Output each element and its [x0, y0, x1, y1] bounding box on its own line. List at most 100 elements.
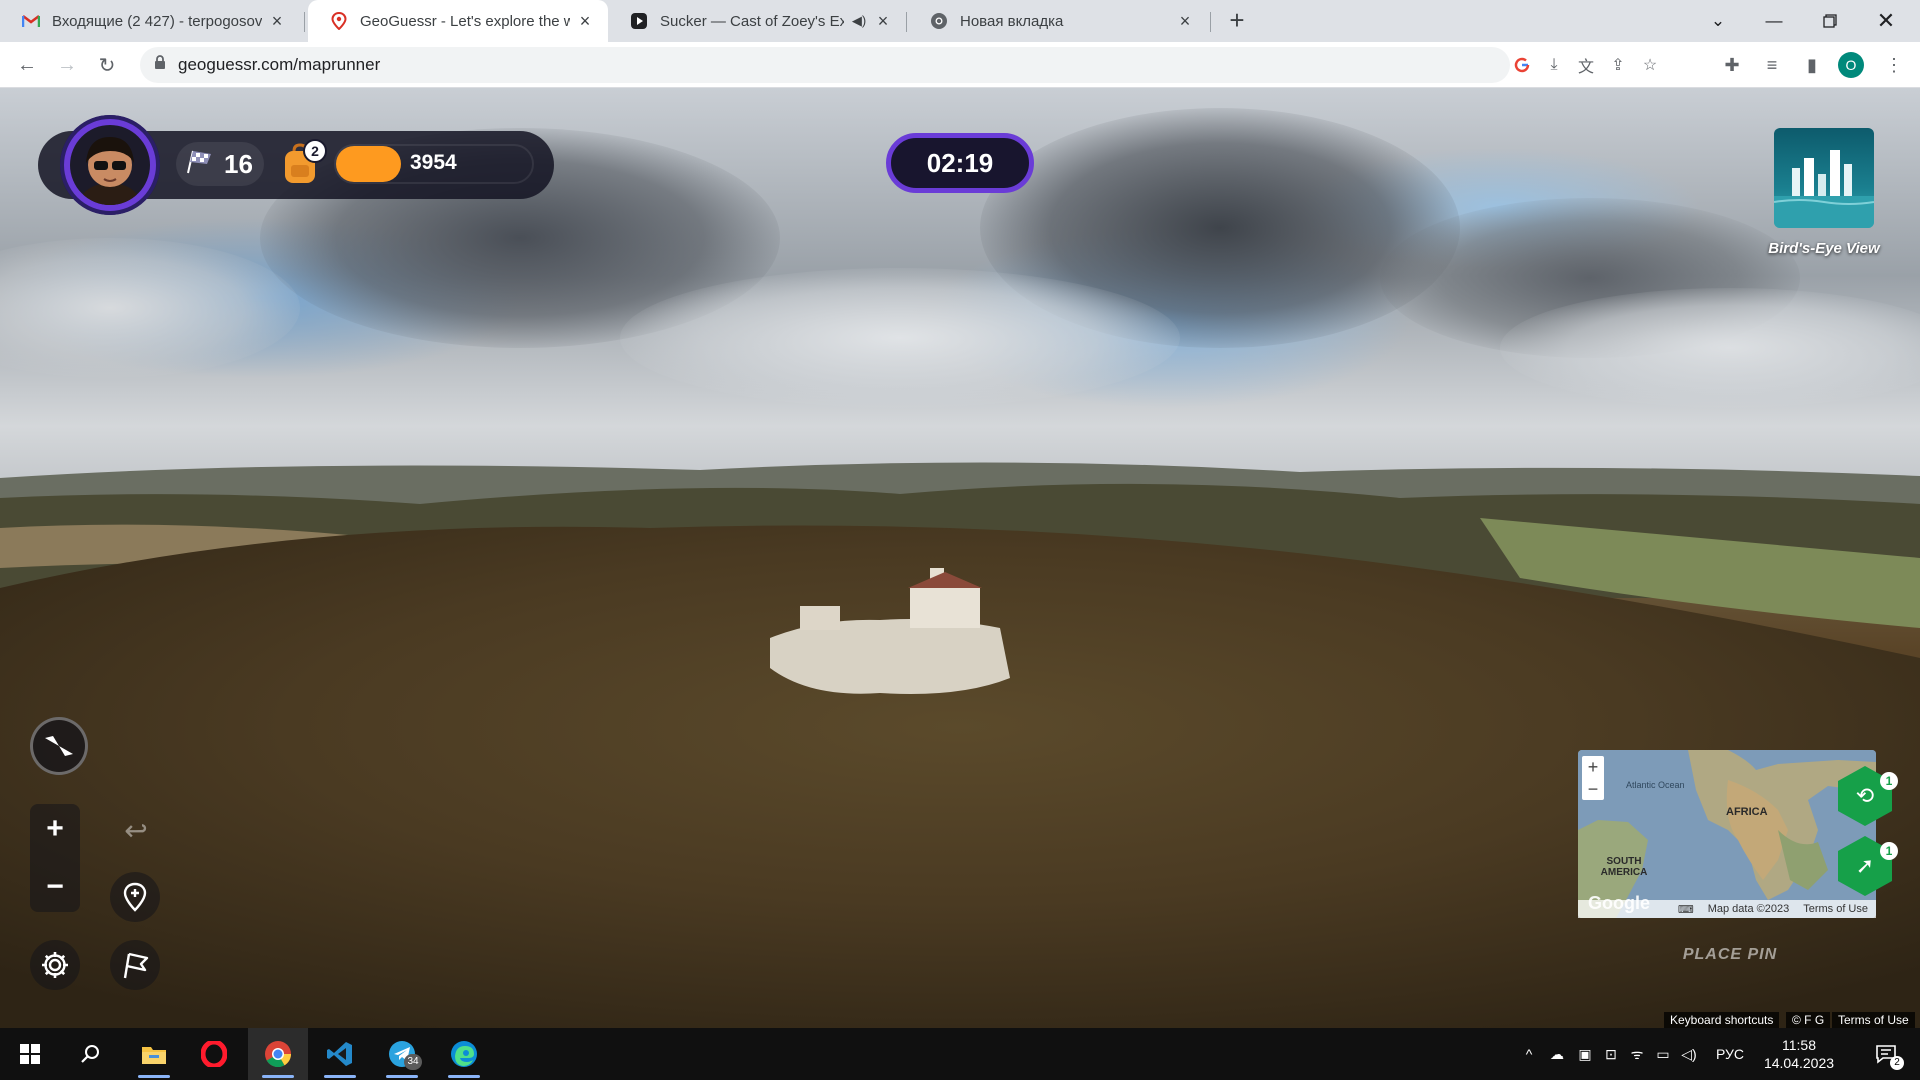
speaker-icon[interactable]: ◀) [850, 12, 868, 30]
chrome-icon[interactable] [248, 1028, 308, 1080]
translate-icon[interactable]: 文 [1574, 53, 1598, 77]
powerup-count-badge: 1 [1880, 772, 1898, 790]
route-icon: ⟲ [1855, 783, 1875, 808]
castle-on-cliff [770, 568, 1010, 694]
telegram-unread-badge: 34 [404, 1054, 422, 1070]
return-to-start-button[interactable] [110, 940, 160, 990]
checkered-flag-icon [184, 149, 214, 180]
backpack-count-badge: 2 [303, 139, 327, 163]
close-tab-icon[interactable]: × [268, 12, 286, 30]
battery-icon[interactable]: ▭ [1652, 1028, 1674, 1080]
tab-strip: Входящие (2 427) - terpogosova × GeoGues… [0, 0, 1920, 42]
keyboard-icon: ⌨ [1677, 903, 1694, 916]
tab-title: GeoGuessr - Let's explore the wo [360, 12, 570, 30]
windows-taskbar: 34 ^ ☁ ▣ ⊡ ᯤ ▭ ◁) РУС 11:58 14.04.2023 2 [0, 1028, 1920, 1080]
browser-toolbar: ← → ↻ geoguessr.com/maprunner ⤓ 文 ⇪ ☆ ✚ … [0, 42, 1920, 88]
round-number: 16 [224, 148, 253, 179]
minimize-button[interactable]: — [1746, 0, 1802, 42]
timer: 02:19 [886, 133, 1034, 193]
wifi-icon[interactable]: ᯤ [1626, 1028, 1648, 1080]
map-label-south-america: SOUTH AMERICA [1600, 856, 1648, 878]
zoom-out-button[interactable]: − [30, 862, 80, 912]
running-indicator [138, 1075, 170, 1078]
menu-kebab-icon[interactable]: ⋮ [1880, 51, 1908, 79]
vscode-icon[interactable] [310, 1028, 370, 1080]
minimap-zoom-controls[interactable]: + − [1582, 756, 1604, 800]
birds-eye-view-label: Bird's-Eye View [1768, 240, 1880, 257]
cloud [1500, 288, 1920, 408]
windows-start-icon[interactable] [0, 1028, 60, 1080]
google-g-icon[interactable] [1510, 53, 1534, 77]
player-avatar[interactable] [60, 115, 160, 215]
tab-divider [304, 12, 305, 32]
extensions-icon[interactable]: ✚ [1718, 51, 1746, 79]
tab-divider [906, 12, 907, 32]
search-icon[interactable] [60, 1028, 120, 1080]
place-pin-button[interactable]: PLACE PIN [1640, 946, 1820, 964]
profile-avatar[interactable]: O [1838, 52, 1864, 78]
forward-arrow-icon[interactable]: → [52, 50, 82, 80]
arrow-icon: ➚ [1855, 853, 1875, 878]
close-tab-icon[interactable]: × [874, 12, 892, 30]
clock-time: 11:58 [1782, 1037, 1816, 1053]
media-queue-icon[interactable]: ≡ [1758, 51, 1786, 79]
tray-app-icon[interactable]: ⊡ [1600, 1028, 1622, 1080]
tab-search-icon[interactable]: ⌄ [1690, 0, 1746, 42]
zoom-in-button[interactable]: + [30, 804, 80, 854]
map-data-text: Map data ©2023 [1707, 903, 1790, 915]
compass-icon[interactable] [30, 717, 88, 775]
edge-icon[interactable] [434, 1028, 494, 1080]
tab-newtab[interactable]: Новая вкладка × [908, 0, 1208, 42]
tab-divider [1210, 12, 1211, 32]
tab-title: Входящие (2 427) - terpogosova [52, 12, 262, 30]
bookmark-star-icon[interactable]: ☆ [1638, 53, 1662, 77]
close-window-button[interactable]: ✕ [1858, 0, 1914, 42]
youtube-play-icon [630, 12, 648, 30]
map-terms-link[interactable]: Terms of Use [1803, 903, 1868, 915]
lock-icon [154, 55, 166, 75]
gear-icon [42, 952, 68, 978]
telegram-icon[interactable]: 34 [372, 1028, 432, 1080]
close-tab-icon[interactable]: × [576, 12, 594, 30]
address-bar[interactable]: geoguessr.com/maprunner ⤓ 文 ⇪ ☆ [140, 47, 1657, 83]
terms-of-use-link[interactable]: Terms of Use [1832, 1012, 1915, 1028]
device-icon[interactable]: ▣ [1574, 1028, 1596, 1080]
reload-icon[interactable]: ↻ [92, 50, 122, 80]
back-arrow-icon[interactable]: ← [12, 50, 42, 80]
tab-title: Новая вкладка [960, 12, 1064, 30]
share-icon[interactable]: ⇪ [1606, 53, 1630, 77]
flag-icon [123, 952, 149, 979]
maximize-button[interactable] [1802, 0, 1858, 42]
side-panel-icon[interactable]: ▮ [1798, 51, 1826, 79]
birds-eye-view-button[interactable] [1774, 128, 1874, 228]
onedrive-icon[interactable]: ☁ [1544, 1028, 1570, 1080]
language-indicator[interactable]: РУС [1710, 1028, 1750, 1080]
set-checkpoint-button[interactable] [110, 872, 160, 922]
notifications-icon[interactable]: 2 [1866, 1028, 1906, 1080]
speaker-icon[interactable]: ◁) [1678, 1028, 1700, 1080]
opera-icon[interactable] [184, 1028, 244, 1080]
chevron-up-icon[interactable]: ^ [1518, 1028, 1540, 1080]
install-app-icon[interactable]: ⤓ [1542, 53, 1566, 77]
gmail-icon [22, 12, 40, 30]
new-tab-button[interactable]: + [1222, 6, 1252, 36]
running-indicator [262, 1075, 294, 1078]
running-indicator [324, 1075, 356, 1078]
tab-geoguessr[interactable]: GeoGuessr - Let's explore the wo × [308, 0, 608, 42]
score-bar-fill [336, 146, 401, 182]
copyright-text: © F G [1786, 1012, 1831, 1028]
tab-youtube[interactable]: Sucker — Cast of Zoey's Extr ◀) × [608, 0, 906, 42]
system-clock[interactable]: 11:58 14.04.2023 [1754, 1036, 1844, 1072]
clock-date: 14.04.2023 [1763, 1055, 1835, 1071]
running-indicator [386, 1075, 418, 1078]
map-label-africa: AFRICA [1726, 806, 1768, 818]
tab-gmail[interactable]: Входящие (2 427) - terpogosova × [0, 0, 300, 42]
settings-button[interactable] [30, 940, 80, 990]
file-explorer-icon[interactable] [124, 1028, 184, 1080]
close-tab-icon[interactable]: × [1176, 12, 1194, 30]
undo-move-icon[interactable]: ↩ [116, 810, 156, 850]
url-text: geoguessr.com/maprunner [178, 55, 381, 74]
forest-landscape [0, 462, 1920, 1028]
powerup-count-badge: 1 [1880, 842, 1898, 860]
keyboard-shortcuts-link[interactable]: Keyboard shortcuts [1664, 1012, 1780, 1028]
